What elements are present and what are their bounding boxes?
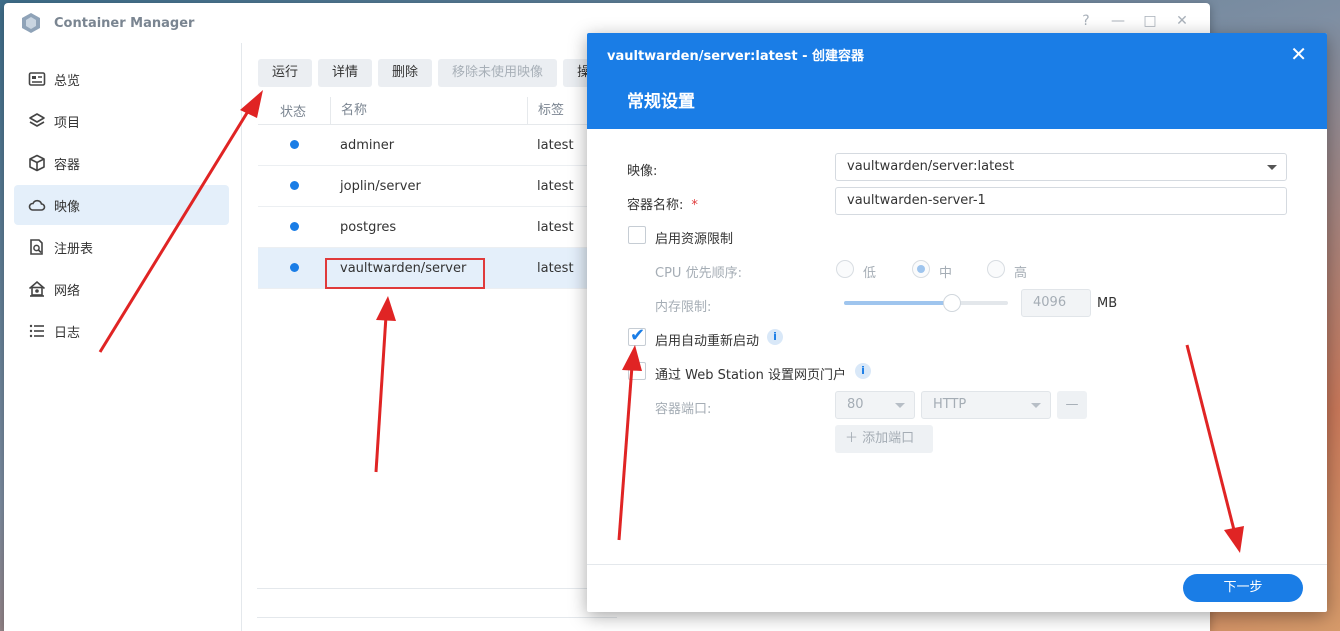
- web-station-label: 通过 Web Station 设置网页门户: [655, 368, 846, 383]
- image-select[interactable]: vaultwarden/server:latest: [835, 153, 1287, 181]
- help-icon[interactable]: ?: [1078, 13, 1094, 29]
- cpu-high-radio[interactable]: [987, 260, 1005, 278]
- close-icon[interactable]: ✕: [1174, 13, 1190, 29]
- sidebar: 总览 项目 容器 映像 注册表 网络 日志: [4, 43, 242, 631]
- checkmark-icon: ✔: [630, 325, 646, 346]
- dialog-title: vaultwarden/server:latest - 创建容器: [607, 49, 865, 64]
- container-name-input[interactable]: vaultwarden-server-1: [835, 187, 1287, 215]
- status-dot: [290, 180, 299, 190]
- minimize-icon[interactable]: —: [1110, 13, 1126, 29]
- cpu-medium-radio[interactable]: [912, 260, 930, 278]
- memory-limit-label: 内存限制:: [655, 300, 712, 315]
- cpu-priority-label: CPU 优先顺序:: [655, 266, 742, 281]
- sidebar-item-label: 项目: [54, 115, 81, 131]
- cpu-high-label: 高: [1014, 266, 1028, 281]
- cpu-low-label: 低: [863, 266, 877, 281]
- sidebar-item-label: 注册表: [54, 241, 94, 257]
- cloud-icon: [28, 199, 46, 211]
- divider: [257, 588, 617, 589]
- memory-input[interactable]: 4096: [1021, 289, 1091, 317]
- sidebar-item-network[interactable]: 网络: [14, 269, 229, 309]
- plus-icon: ＋: [845, 431, 859, 446]
- required-mark: *: [691, 198, 698, 213]
- column-status[interactable]: 状态: [258, 101, 330, 120]
- image-select-value: vaultwarden/server:latest: [847, 159, 1015, 174]
- info-icon[interactable]: i: [767, 329, 783, 345]
- memory-slider-fill: [844, 301, 953, 305]
- sidebar-item-registry[interactable]: 注册表: [14, 227, 229, 267]
- memory-slider[interactable]: [844, 294, 1008, 312]
- memory-unit: MB: [1097, 296, 1118, 311]
- sidebar-item-label: 容器: [54, 157, 81, 173]
- sidebar-item-containers[interactable]: 容器: [14, 143, 229, 183]
- app-icon: [22, 13, 40, 33]
- layers-icon: [29, 113, 45, 127]
- run-button[interactable]: 运行: [258, 59, 313, 87]
- sidebar-item-label: 日志: [54, 325, 81, 341]
- image-name: joplin/server: [340, 178, 421, 194]
- port-select[interactable]: 80: [835, 391, 915, 419]
- overview-icon: [28, 72, 46, 86]
- remove-port-button[interactable]: —: [1057, 391, 1087, 419]
- app-title: Container Manager: [54, 15, 195, 31]
- auto-restart-label: 启用自动重新启动: [655, 334, 760, 349]
- list-icon: [29, 324, 44, 338]
- column-name[interactable]: 名称: [330, 96, 527, 125]
- cube-icon: [29, 154, 45, 172]
- chevron-down-icon: [1031, 403, 1041, 408]
- memory-slider-handle[interactable]: [943, 294, 962, 312]
- info-icon[interactable]: i: [855, 363, 871, 379]
- window-controls: ? — □ ✕: [1078, 13, 1190, 29]
- next-button[interactable]: 下一步: [1183, 574, 1303, 602]
- chevron-down-icon: [895, 403, 905, 408]
- status-dot: [290, 221, 299, 231]
- container-port-label: 容器端口:: [655, 402, 712, 417]
- protocol-select[interactable]: HTTP: [921, 391, 1051, 419]
- image-tag: latest: [537, 260, 574, 276]
- cpu-medium-label: 中: [939, 266, 953, 281]
- sidebar-item-overview[interactable]: 总览: [14, 59, 229, 99]
- dialog-close-icon[interactable]: ✕: [1290, 42, 1307, 66]
- remove-unused-images-button[interactable]: 移除未使用映像: [438, 59, 558, 87]
- annotation-highlight-box: [325, 258, 485, 289]
- delete-button[interactable]: 删除: [378, 59, 433, 87]
- web-station-checkbox[interactable]: [628, 362, 646, 380]
- status-dot: [290, 139, 299, 149]
- add-port-button[interactable]: ＋ 添加端口: [835, 425, 933, 453]
- image-label: 映像:: [627, 164, 658, 179]
- image-name: postgres: [340, 219, 397, 235]
- image-tag: latest: [537, 178, 574, 194]
- sidebar-item-label: 网络: [54, 283, 81, 299]
- status-dot: [290, 262, 299, 272]
- maximize-icon[interactable]: □: [1142, 13, 1158, 29]
- sidebar-item-label: 映像: [54, 199, 81, 215]
- image-tag: latest: [537, 137, 574, 153]
- sidebar-item-label: 总览: [54, 73, 81, 89]
- create-container-dialog: vaultwarden/server:latest - 创建容器 ✕ 常规设置 …: [587, 33, 1327, 612]
- network-icon: [28, 280, 46, 297]
- details-button[interactable]: 详情: [318, 59, 373, 87]
- column-tag[interactable]: 标签: [527, 96, 564, 125]
- sidebar-item-log[interactable]: 日志: [14, 311, 229, 351]
- resource-limit-checkbox[interactable]: [628, 226, 646, 244]
- sidebar-item-projects[interactable]: 项目: [14, 101, 229, 141]
- container-name-label: 容器名称: *: [627, 198, 698, 213]
- dialog-header: vaultwarden/server:latest - 创建容器 ✕ 常规设置: [587, 33, 1327, 129]
- image-name: adminer: [340, 137, 395, 153]
- chevron-down-icon: [1267, 165, 1277, 170]
- resource-limit-label: 启用资源限制: [655, 232, 734, 247]
- toolbar: 运行 详情 删除 移除未使用映像 操: [258, 59, 605, 87]
- registry-icon: [30, 239, 43, 255]
- image-tag: latest: [537, 219, 574, 235]
- section-title: 常规设置: [627, 92, 695, 112]
- divider: [257, 617, 617, 618]
- dialog-footer: 下一步: [587, 564, 1327, 612]
- auto-restart-checkbox[interactable]: ✔: [628, 325, 646, 346]
- sidebar-item-images[interactable]: 映像: [14, 185, 229, 225]
- cpu-low-radio[interactable]: [836, 260, 854, 278]
